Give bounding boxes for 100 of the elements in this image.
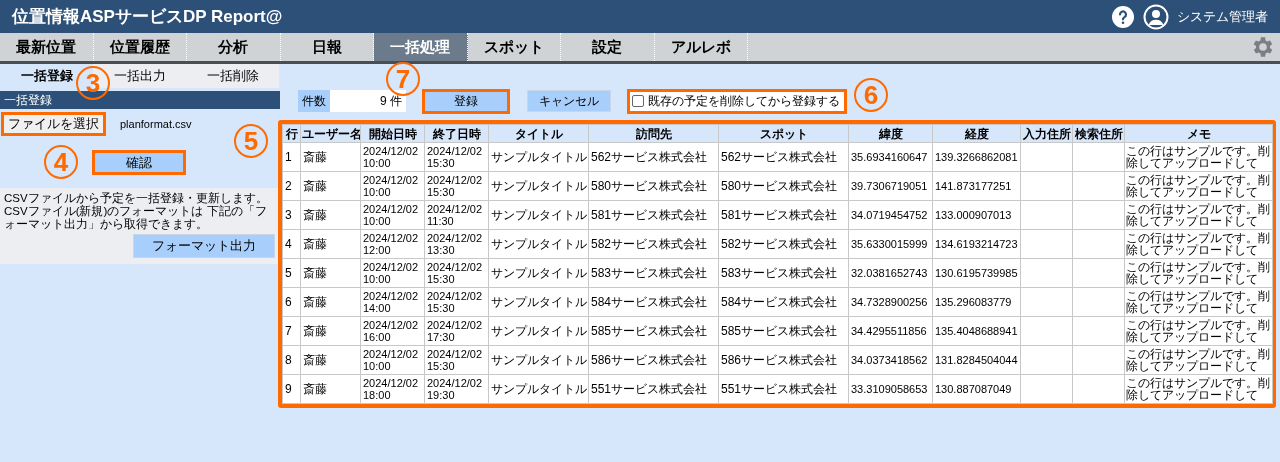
table-cell: 130.6195739985 [932,258,1021,288]
table-cell: 562サービス株式会社 [588,142,719,172]
table-cell: 584サービス株式会社 [588,287,719,317]
callout-number: 4 [44,145,78,179]
table-cell: 585サービス株式会社 [588,316,719,346]
callout-number: 7 [386,62,420,96]
table-cell: 586サービス株式会社 [588,345,719,375]
sub-tab[interactable]: 一括削除 [186,64,279,88]
table-cell: 5 [282,258,301,288]
cancel-button[interactable]: キャンセル [527,90,611,112]
table-cell: 2024/12/02 15:30 [424,142,489,172]
table-cell: 580サービス株式会社 [718,171,849,201]
table-cell: 斎藤 [300,142,361,172]
table-cell: 2024/12/02 10:00 [360,171,425,201]
table-cell: 斎藤 [300,316,361,346]
confirm-button[interactable]: 確認 [92,149,186,175]
table-cell: 551サービス株式会社 [718,374,849,404]
table-cell: 2024/12/02 15:30 [424,287,489,317]
nav-tab[interactable]: 設定 [561,33,655,61]
delete-existing-option[interactable]: 既存の予定を削除してから登録する [627,88,847,114]
table-cell: 32.0381652743 [848,258,933,288]
table-cell: 2024/12/02 12:00 [360,229,425,259]
user-name[interactable]: システム管理者 [1177,6,1268,27]
table-cell: 141.873177251 [932,171,1021,201]
column-header: 終了日時 [424,124,489,143]
description-text: CSVファイルから予定を一括登録・更新します。CSVファイル(新規)のフォーマットは 下記の「フォーマット出力」から取得できます。 [4,192,269,231]
table-cell: この行はサンプルです。削除してアップロードして [1124,374,1273,404]
user-icon[interactable] [1143,3,1169,30]
file-select-button[interactable]: ファイルを選択 [1,112,106,136]
table-cell: 583サービス株式会社 [588,258,719,288]
format-output-button[interactable]: フォーマット出力 [133,234,275,258]
nav-tab[interactable]: アルレボ [654,33,748,61]
table-cell: 2024/12/02 10:00 [360,345,425,375]
count-label: 件数 [298,90,330,112]
table-cell: 9 [282,374,301,404]
table-cell: 133.000907013 [932,200,1021,230]
table-cell: 562サービス株式会社 [718,142,849,172]
table-cell: 8 [282,345,301,375]
table-cell: 580サービス株式会社 [588,171,719,201]
table-cell: 2 [282,171,301,201]
table-cell: 582サービス株式会社 [718,229,849,259]
register-button[interactable]: 登録 [422,88,510,114]
table-cell: サンプルタイトル [488,287,589,317]
table-cell: 2024/12/02 19:30 [424,374,489,404]
table-cell: 6 [282,287,301,317]
table-cell: 581サービス株式会社 [588,200,719,230]
table-cell: この行はサンプルです。削除してアップロードして [1124,200,1273,230]
table-cell: サンプルタイトル [488,171,589,201]
help-icon[interactable] [1111,4,1135,29]
nav-tab[interactable]: 最新位置 [0,33,94,61]
table-cell: 135.296083779 [932,287,1021,317]
count-field: 9 件 [330,90,406,112]
section-title: 一括登録 [0,91,280,109]
callout-number: 3 [76,66,110,100]
table-cell: この行はサンプルです。削除してアップロードして [1124,142,1273,172]
app-title: 位置情報ASPサービスDP Report@ [12,5,283,28]
column-header: 検索住所 [1072,124,1125,143]
column-header: メモ [1124,124,1273,143]
column-header: ユーザー名 [300,124,361,143]
table-cell: 斎藤 [300,258,361,288]
table-cell: 2024/12/02 13:30 [424,229,489,259]
table-cell: サンプルタイトル [488,258,589,288]
table-cell: 131.8284504044 [932,345,1021,375]
table-cell: 2024/12/02 11:30 [424,200,489,230]
table-cell: 130.887087049 [932,374,1021,404]
table-cell: この行はサンプルです。削除してアップロードして [1124,258,1273,288]
table-cell: この行はサンプルです。削除してアップロードして [1124,345,1273,375]
callout-number: 5 [234,124,268,158]
table-cell: サンプルタイトル [488,374,589,404]
table-cell: この行はサンプルです。削除してアップロードして [1124,171,1273,201]
nav-tab[interactable]: 一括処理 [374,33,468,61]
table-cell: 33.3109058653 [848,374,933,404]
checkbox[interactable] [632,95,644,107]
table-cell: 2024/12/02 17:30 [424,316,489,346]
table-cell: 35.6330015999 [848,229,933,259]
column-header: タイトル [488,124,589,143]
table-cell: 582サービス株式会社 [588,229,719,259]
column-header: 入力住所 [1020,124,1073,143]
table-cell: 2024/12/02 15:30 [424,345,489,375]
table-cell: 斎藤 [300,374,361,404]
table-cell: 34.7328900256 [848,287,933,317]
table-cell: 2024/12/02 10:00 [360,200,425,230]
nav-tab[interactable]: スポット [467,33,561,61]
table-cell: サンプルタイトル [488,316,589,346]
table-cell: サンプルタイトル [488,142,589,172]
table-cell: 7 [282,316,301,346]
column-header: 訪問先 [588,124,719,143]
table-cell: 34.0373418562 [848,345,933,375]
nav-tab[interactable]: 分析 [187,33,281,61]
callout-number: 6 [854,78,888,112]
table-cell: 2024/12/02 18:00 [360,374,425,404]
table-cell: 34.4295511856 [848,316,933,346]
table-cell: 139.3266862081 [932,142,1021,172]
table-cell: 34.0719454752 [848,200,933,230]
nav-tab[interactable]: 位置履歴 [93,33,187,61]
table-cell: 2024/12/02 10:00 [360,142,425,172]
column-header: 行 [282,124,301,143]
table-cell: 134.6193214723 [932,229,1021,259]
table-cell: 4 [282,229,301,259]
column-header: スポット [718,124,849,143]
